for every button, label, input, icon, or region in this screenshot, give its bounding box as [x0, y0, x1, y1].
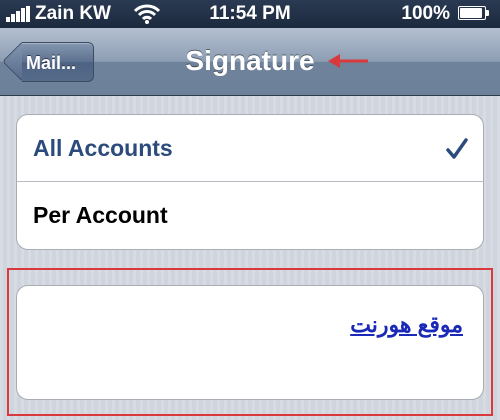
navigation-bar: Mail... Signature [0, 28, 500, 96]
clock-time: 11:54 PM [209, 3, 291, 24]
status-bar: Zain KW 11:54 PM 100% [0, 0, 500, 28]
battery-icon [458, 6, 490, 22]
annotation-arrow-icon [328, 54, 368, 68]
accounts-option-group: All Accounts Per Account [16, 114, 484, 250]
checkmark-icon [446, 138, 468, 159]
page-title: Signature [185, 45, 315, 76]
battery-percent: 100% [401, 3, 450, 24]
option-all-accounts[interactable]: All Accounts [17, 115, 483, 182]
option-per-account[interactable]: Per Account [17, 182, 483, 249]
option-all-accounts-label: All Accounts [33, 135, 173, 161]
signature-link[interactable]: موقع هورنت [350, 312, 463, 338]
signature-text-field[interactable]: موقع هورنت [16, 285, 484, 400]
option-per-account-label: Per Account [33, 202, 168, 228]
